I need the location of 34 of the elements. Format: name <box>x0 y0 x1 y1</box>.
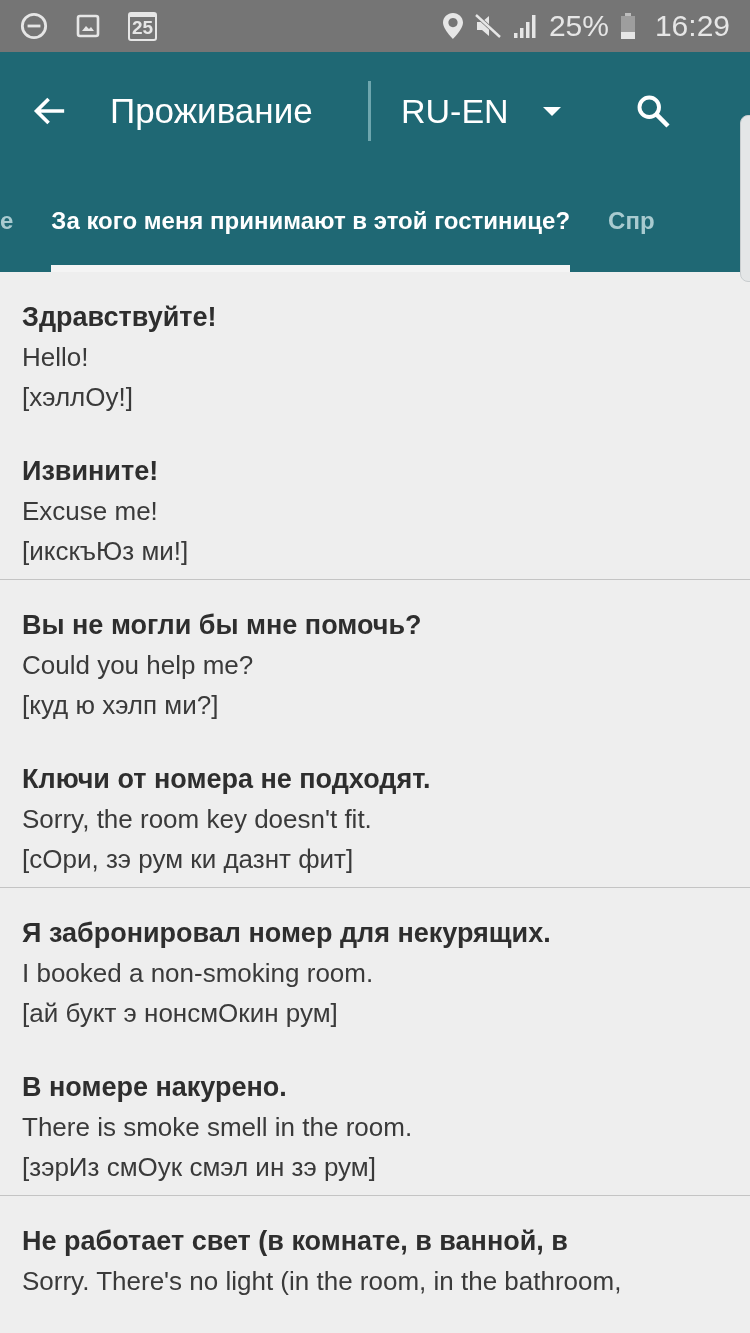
phrase-russian: Я забронировал номер для некурящих. <box>22 917 551 950</box>
phrase-transcription: [хэллОу!] <box>22 381 133 414</box>
phrase-transcription: [сОри, зэ рум ки дазнт фит] <box>22 843 354 876</box>
do-not-disturb-icon <box>20 12 48 40</box>
muted-speaker-icon <box>474 14 501 38</box>
language-pair-dropdown[interactable]: RU-EN <box>401 83 561 139</box>
phrase-english: Excuse me! <box>22 495 158 528</box>
phrase-russian: Вы не могли бы мне помочь? <box>22 609 422 642</box>
location-pin-icon <box>442 13 463 39</box>
phrase-transcription: [куд ю хэлп ми?] <box>22 689 219 722</box>
phrase-english: Sorry. There's no light (in the room, in the bathroom, <box>22 1265 622 1298</box>
phrase-russian: Извините! <box>22 455 159 488</box>
phrase-russian: Ключи от номера не подходят. <box>22 763 431 796</box>
image-icon <box>76 14 100 38</box>
phrase-english: Could you help me? <box>22 649 254 682</box>
caret-icon <box>542 106 561 116</box>
tab[interactable]: е <box>0 170 14 272</box>
phrase-russian: Не работает свет (в комнате, в ванной, в <box>22 1225 568 1258</box>
phrase-transcription: [икскъЮз ми!] <box>22 535 189 568</box>
screen-title: Проживание <box>110 91 314 131</box>
tab[interactable]: Спр <box>608 170 655 272</box>
phrase-russian: В номере накурено. <box>22 1071 287 1104</box>
phrase-transcription: [ай букт э нонсмОкин рум] <box>22 997 338 1030</box>
calendar-date: 25 <box>128 11 158 41</box>
phrase-english: There is smoke smell in the room. <box>22 1111 413 1144</box>
battery-icon <box>620 13 635 39</box>
phrase-transcription: [зэрИз смОук смэл ин зэ рум] <box>22 1151 376 1184</box>
phrase-russian: Здравствуйте! <box>22 301 217 334</box>
phrase-english: I booked a non-smoking room. <box>22 957 374 990</box>
signal-bars-icon <box>512 14 537 38</box>
phrase-english: Hello! <box>22 341 89 374</box>
clock-time: 16:29 <box>654 9 730 43</box>
battery-percent: 25% <box>548 9 609 43</box>
phrase-english: Sorry, the room key doesn't fit. <box>22 803 372 836</box>
